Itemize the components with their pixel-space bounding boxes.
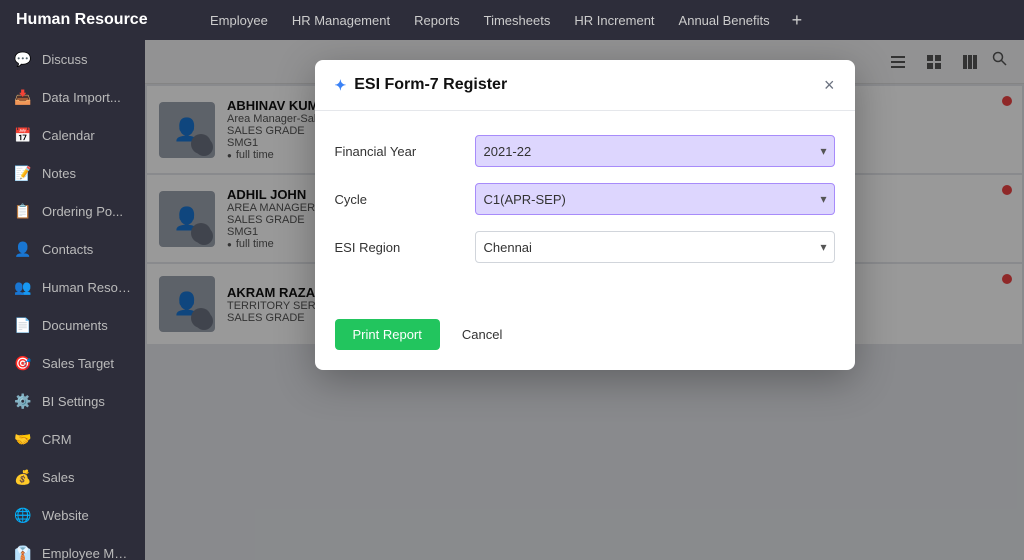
modal-header: ✦ ESI Form-7 Register ×: [315, 60, 855, 111]
financial-year-select[interactable]: 2021-22 2022-23 2023-24: [475, 135, 835, 167]
nav-add-button[interactable]: +: [784, 10, 811, 31]
cancel-button[interactable]: Cancel: [450, 319, 514, 350]
content-area: 👤 + ABHINAV KUMAR Area Manager-Sales & S…: [145, 40, 1024, 560]
sidebar-item-ordering-po[interactable]: 📋 Ordering Po...: [0, 192, 145, 230]
sidebar-label-documents: Documents: [42, 318, 108, 333]
sidebar-label-sales: Sales: [42, 470, 75, 485]
sidebar-label-discuss: Discuss: [42, 52, 88, 67]
ordering-po-icon: 📋: [14, 202, 32, 220]
modal-body: Financial Year 2021-22 2022-23 2023-24 C…: [315, 111, 855, 303]
nav-timesheets[interactable]: Timesheets: [474, 9, 561, 32]
sidebar: 💬 Discuss 📥 Data Import... 📅 Calendar 📝 …: [0, 40, 145, 560]
esi-region-label: ESI Region: [335, 240, 475, 255]
sidebar-item-contacts[interactable]: 👤 Contacts: [0, 230, 145, 268]
nav-hr-management[interactable]: HR Management: [282, 9, 400, 32]
financial-year-label: Financial Year: [335, 144, 475, 159]
bi-settings-icon: ⚙️: [14, 392, 32, 410]
financial-year-row: Financial Year 2021-22 2022-23 2023-24: [335, 135, 835, 167]
modal-close-button[interactable]: ×: [824, 76, 835, 94]
sidebar-item-data-import[interactable]: 📥 Data Import...: [0, 78, 145, 116]
sidebar-item-documents[interactable]: 📄 Documents: [0, 306, 145, 344]
sidebar-item-discuss[interactable]: 💬 Discuss: [0, 40, 145, 78]
sidebar-label-bi-settings: BI Settings: [42, 394, 105, 409]
discuss-icon: 💬: [14, 50, 32, 68]
sidebar-label-ordering-po: Ordering Po...: [42, 204, 123, 219]
sidebar-item-crm[interactable]: 🤝 CRM: [0, 420, 145, 458]
nav-hr-increment[interactable]: HR Increment: [564, 9, 664, 32]
crm-icon: 🤝: [14, 430, 32, 448]
calendar-icon: 📅: [14, 126, 32, 144]
sidebar-label-data-import: Data Import...: [42, 90, 121, 105]
sidebar-item-calendar[interactable]: 📅 Calendar: [0, 116, 145, 154]
sidebar-label-human-resource: Human Resou...: [42, 280, 131, 295]
human-resource-icon: 👥: [14, 278, 32, 296]
sidebar-item-website[interactable]: 🌐 Website: [0, 496, 145, 534]
main-layout: 💬 Discuss 📥 Data Import... 📅 Calendar 📝 …: [0, 40, 1024, 560]
cycle-select-wrapper: C1(APR-SEP) C2(OCT-MAR): [475, 183, 835, 215]
sidebar-item-employee-ma[interactable]: 👔 Employee Ma...: [0, 534, 145, 560]
documents-icon: 📄: [14, 316, 32, 334]
esi-region-row: ESI Region Chennai Mumbai Delhi Bangalor…: [335, 231, 835, 263]
nav-menu: Employee HR Management Reports Timesheet…: [200, 9, 1008, 32]
modal-footer: Print Report Cancel: [315, 303, 855, 370]
sidebar-item-human-resource[interactable]: 👥 Human Resou...: [0, 268, 145, 306]
top-nav: Human Resource Employee HR Management Re…: [0, 0, 1024, 40]
sidebar-item-notes[interactable]: 📝 Notes: [0, 154, 145, 192]
cycle-label: Cycle: [335, 192, 475, 207]
notes-icon: 📝: [14, 164, 32, 182]
sales-target-icon: 🎯: [14, 354, 32, 372]
sidebar-label-calendar: Calendar: [42, 128, 95, 143]
esi-region-select[interactable]: Chennai Mumbai Delhi Bangalore: [475, 231, 835, 263]
sidebar-label-contacts: Contacts: [42, 242, 93, 257]
esi-form-modal: ✦ ESI Form-7 Register × Financial Year 2…: [315, 60, 855, 370]
sidebar-label-website: Website: [42, 508, 89, 523]
website-icon: 🌐: [14, 506, 32, 524]
sidebar-item-sales[interactable]: 💰 Sales: [0, 458, 145, 496]
nav-annual-benefits[interactable]: Annual Benefits: [669, 9, 780, 32]
modal-title-icon: ✦: [335, 77, 347, 94]
cycle-row: Cycle C1(APR-SEP) C2(OCT-MAR): [335, 183, 835, 215]
contacts-icon: 👤: [14, 240, 32, 258]
sidebar-label-notes: Notes: [42, 166, 76, 181]
sidebar-label-employee-ma: Employee Ma...: [42, 546, 131, 560]
sidebar-label-sales-target: Sales Target: [42, 356, 114, 371]
nav-employee[interactable]: Employee: [200, 9, 278, 32]
sidebar-label-crm: CRM: [42, 432, 72, 447]
app-title: Human Resource: [16, 11, 176, 29]
cycle-select[interactable]: C1(APR-SEP) C2(OCT-MAR): [475, 183, 835, 215]
modal-overlay: ✦ ESI Form-7 Register × Financial Year 2…: [145, 40, 1024, 560]
print-report-button[interactable]: Print Report: [335, 319, 440, 350]
sidebar-item-sales-target[interactable]: 🎯 Sales Target: [0, 344, 145, 382]
esi-region-select-wrapper: Chennai Mumbai Delhi Bangalore: [475, 231, 835, 263]
nav-reports[interactable]: Reports: [404, 9, 470, 32]
sales-icon: 💰: [14, 468, 32, 486]
modal-title-text: ESI Form-7 Register: [354, 76, 507, 94]
data-import-icon: 📥: [14, 88, 32, 106]
financial-year-select-wrapper: 2021-22 2022-23 2023-24: [475, 135, 835, 167]
modal-title: ✦ ESI Form-7 Register: [335, 76, 508, 94]
employee-ma-icon: 👔: [14, 544, 32, 560]
sidebar-item-bi-settings[interactable]: ⚙️ BI Settings: [0, 382, 145, 420]
